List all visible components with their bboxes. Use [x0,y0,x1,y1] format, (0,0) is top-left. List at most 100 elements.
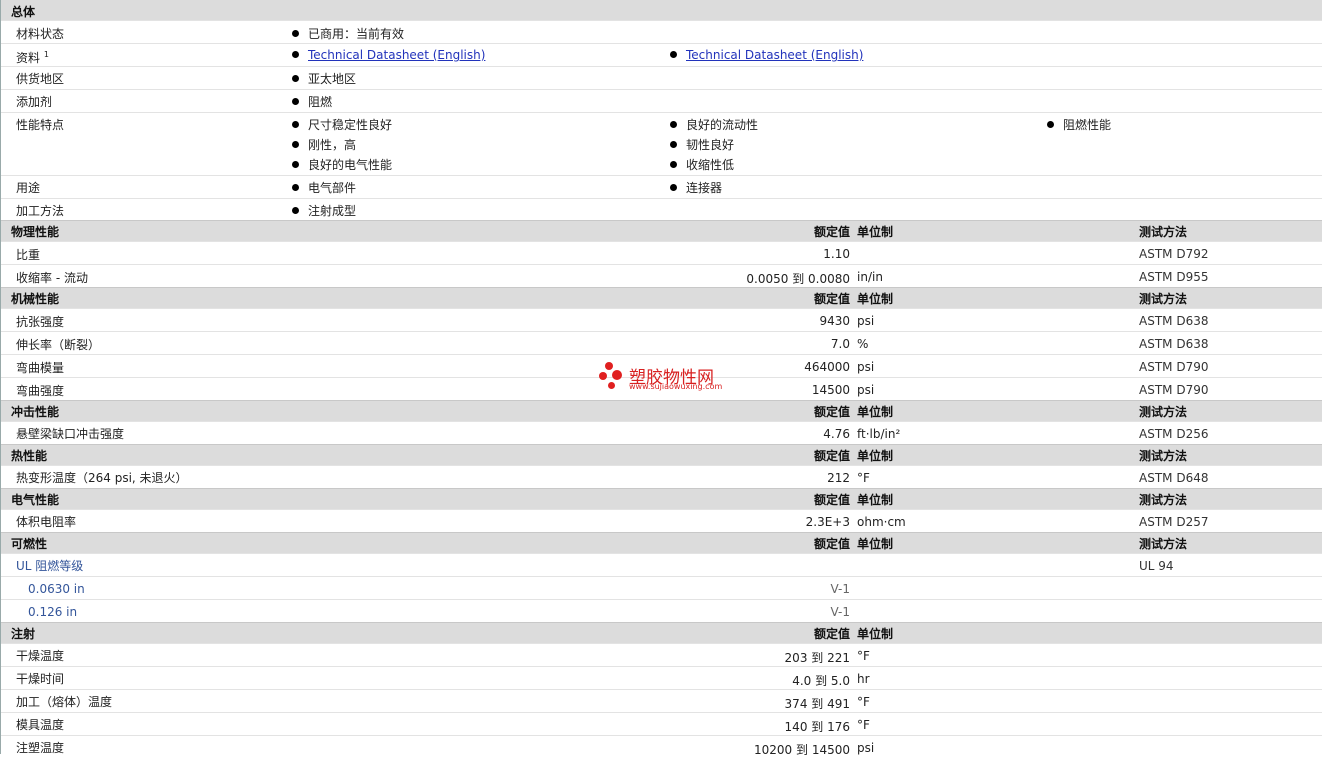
row-value: 212 [827,471,850,485]
row-test: ASTM D790 [1139,383,1209,397]
section-title: 总体 [11,5,36,19]
row-value: 2.3E+3 [805,515,850,529]
row-value: 0.0050 到 0.0080 [746,272,850,286]
row-unit: °F [857,695,870,709]
row-uses: 用途 电气部件 连接器 [1,175,1322,198]
row-processing: 加工方法 注射成型 [1,198,1322,220]
header-value: 额定值 [813,537,850,551]
row-label: 注塑温度 [16,741,65,755]
row-value: V-1 [830,582,850,596]
section-electrical-header: 电气性能 额定值 单位制 测试方法 [1,488,1322,509]
row-label: 收缩率 - 流动 [16,271,88,285]
row-label: 添加剂 [16,95,53,109]
row-value: 140 到 176 [784,720,850,734]
table-row: 比重 1.10 ASTM D792 [1,241,1322,264]
header-test: 测试方法 [1139,405,1188,419]
row-value: 203 到 221 [784,651,850,665]
row-label: 加工（熔体）温度 [16,695,113,709]
logo-dot-icon [612,370,622,380]
logo-dot-icon [608,382,615,389]
table-row: 体积电阻率 2.3E+3 ohm·cm ASTM D257 [1,509,1322,532]
table-row: 收缩率 - 流动 0.0050 到 0.0080 in/in ASTM D955 [1,264,1322,287]
feature-item: 刚性，高 [292,136,356,153]
section-title: 机械性能 [11,292,60,306]
row-label: 0.0630 in [28,582,85,596]
feature-item: 尺寸稳定性良好 [292,116,392,133]
table-row: 抗张强度 9430 psi ASTM D638 [1,308,1322,331]
section-title: 冲击性能 [11,405,60,419]
row-label: 干燥温度 [16,649,65,663]
use-item: 电气部件 [292,179,356,196]
table-row: 悬壁梁缺口冲击强度 4.76 ft·lb/in² ASTM D256 [1,421,1322,444]
section-title: 电气性能 [11,493,60,507]
region-value: 亚太地区 [292,70,356,87]
header-test: 测试方法 [1139,225,1188,239]
row-unit: °F [857,718,870,732]
row-value: 464000 [804,360,850,374]
row-label: 模具温度 [16,718,65,732]
watermark-url: www.sujiaowuxing.com [629,382,723,391]
feature-item: 良好的流动性 [670,116,758,133]
row-unit: psi [857,360,875,374]
row-label: 供货地区 [16,72,65,86]
row-value: 9430 [819,314,850,328]
status-value: 已商用：当前有效 [292,25,404,42]
row-unit: % [857,337,869,351]
section-title: 可燃性 [11,537,48,551]
row-label: 弯曲强度 [16,384,65,398]
row-label: 性能特点 [16,118,65,132]
row-test: ASTM D638 [1139,337,1209,351]
row-test: ASTM D257 [1139,515,1209,529]
header-value: 额定值 [813,627,850,641]
row-unit: ohm·cm [857,515,906,529]
section-flammability-header: 可燃性 额定值 单位制 测试方法 [1,532,1322,553]
row-unit: in/in [857,270,883,284]
table-row: 干燥时间 4.0 到 5.0 hr [1,666,1322,689]
header-unit: 单位制 [857,627,894,641]
row-status: 材料状态 已商用：当前有效 [1,20,1322,43]
row-test: ASTM D792 [1139,247,1209,261]
logo-dot-icon [605,362,613,370]
header-unit: 单位制 [857,292,894,306]
row-docs: 资料 1 Technical Datasheet (English) Techn… [1,43,1322,66]
row-label: 弯曲模量 [16,361,65,375]
table-row: 热变形温度（264 psi, 未退火） 212 °F ASTM D648 [1,465,1322,488]
header-value: 额定值 [813,493,850,507]
section-mechanical-header: 机械性能 额定值 单位制 测试方法 [1,287,1322,308]
row-unit: °F [857,471,870,485]
row-unit: psi [857,383,875,397]
header-value: 额定值 [813,449,850,463]
feature-item: 收缩性低 [670,156,734,173]
row-value: 4.0 到 5.0 [792,674,850,688]
row-test: ASTM D256 [1139,427,1209,441]
header-unit: 单位制 [857,405,894,419]
row-unit: psi [857,741,875,755]
row-additive: 添加剂 阻燃 [1,89,1322,112]
row-label: 用途 [16,181,41,195]
row-test: UL 94 [1139,559,1174,573]
row-label: UL 阻燃等级 [16,559,84,573]
feature-item: 良好的电气性能 [292,156,392,173]
row-unit: °F [857,649,870,663]
table-row: UL 阻燃等级 UL 94 [1,553,1322,576]
header-test: 测试方法 [1139,537,1188,551]
feature-item: 阻燃性能 [1047,116,1111,133]
table-row: 干燥温度 203 到 221 °F [1,643,1322,666]
row-features: 性能特点 尺寸稳定性良好 刚性，高 良好的电气性能 良好的流动性 韧性良好 收缩… [1,112,1322,175]
table-row: 伸长率（断裂） 7.0 % ASTM D638 [1,331,1322,354]
section-impact-header: 冲击性能 额定值 单位制 测试方法 [1,400,1322,421]
header-test: 测试方法 [1139,449,1188,463]
row-value: 1.10 [823,247,850,261]
row-value: 14500 [811,383,850,397]
row-value: 7.0 [830,337,850,351]
row-region: 供货地区 亚太地区 [1,66,1322,89]
datasheet-link-2[interactable]: Technical Datasheet (English) [670,48,863,62]
datasheet-link-1[interactable]: Technical Datasheet (English) [292,48,485,62]
row-label: 比重 [16,248,41,262]
table-row: 模具温度 140 到 176 °F [1,712,1322,735]
row-unit: hr [857,672,870,686]
header-test: 测试方法 [1139,292,1188,306]
row-unit: ft·lb/in² [857,427,901,441]
table-row: 0.0630 in V-1 [1,576,1322,599]
section-physical-header: 物理性能 额定值 单位制 测试方法 [1,220,1322,241]
